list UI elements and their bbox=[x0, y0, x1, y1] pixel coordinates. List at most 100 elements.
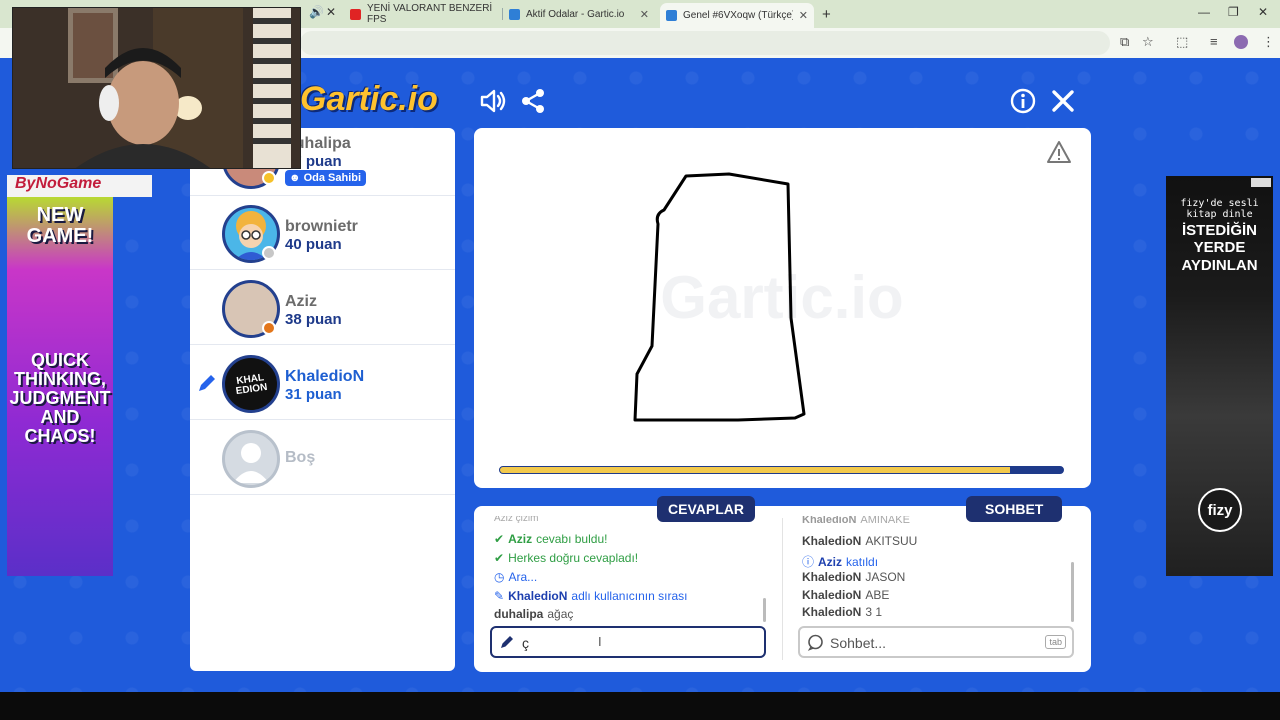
answers-chat-panel: Aziz çizim ✔ Aziz cevabı buldu! ✔ Herkes do… bbox=[474, 506, 1091, 672]
pencil-icon bbox=[199, 375, 215, 391]
gartic-icon bbox=[509, 8, 520, 20]
answer-message: ✎ KhaledioN adlı kullanıcının sırası bbox=[494, 589, 688, 603]
tab-title: Aktif Odalar - Gartic.io bbox=[526, 8, 625, 20]
chat-input[interactable] bbox=[830, 633, 1030, 653]
tab-answers[interactable]: CEVAPLAR bbox=[657, 496, 755, 522]
taskbar bbox=[0, 692, 1280, 720]
maximize-button[interactable]: ❐ bbox=[1228, 5, 1239, 19]
info-icon: ⓘ bbox=[802, 555, 815, 569]
canvas-watermark: Gartic.io bbox=[660, 264, 903, 331]
close-icon[interactable]: ✕ bbox=[640, 8, 649, 21]
round-timer-bar bbox=[499, 466, 1064, 474]
youtube-icon bbox=[350, 8, 361, 20]
ad-small-text: fizy'de sesli kitap dinle bbox=[1180, 198, 1259, 220]
players-panel: duhalipa 47 puan ☻ Oda Sahibi brownietr … bbox=[190, 128, 455, 671]
user-icon bbox=[233, 443, 269, 483]
player-name: KhaledioN bbox=[285, 368, 365, 385]
panel-divider bbox=[782, 518, 783, 660]
address-bar[interactable] bbox=[300, 31, 1110, 55]
badge-label: Oda Sahibi bbox=[303, 172, 362, 184]
install-icon[interactable]: ⧉ bbox=[1120, 34, 1129, 50]
avatar-logo: KHAL EDION bbox=[235, 372, 269, 398]
player-points: 40 puan bbox=[285, 236, 342, 253]
drawing-canvas[interactable]: Gartic.io bbox=[474, 128, 1091, 488]
avatar: KHAL EDION bbox=[222, 355, 280, 413]
browser-menu-icon[interactable]: ⋮ bbox=[1262, 34, 1275, 50]
avatar-placeholder bbox=[222, 430, 280, 488]
close-window-button[interactable]: ✕ bbox=[1258, 5, 1268, 19]
fizy-logo: fizy bbox=[1198, 488, 1242, 532]
chat-message: KhaledioN AKITSUU bbox=[802, 534, 918, 548]
empty-slot: Boş bbox=[190, 421, 455, 495]
ad-headline: NEW GAME! bbox=[26, 204, 94, 247]
chat-message: KhaledioN ABE bbox=[802, 588, 890, 602]
streamer-webcam-image bbox=[13, 8, 300, 168]
ad-choices-icon[interactable] bbox=[1251, 178, 1271, 187]
tab-audio-icon[interactable]: 🔊 bbox=[309, 5, 324, 19]
chat-message: ⓘ Aziz katıldı bbox=[802, 554, 879, 570]
sound-icon[interactable] bbox=[478, 86, 508, 116]
right-ad-banner[interactable]: fizy'de sesli kitap dinle İSTEDİĞİN YERD… bbox=[1166, 176, 1273, 576]
share-icon[interactable] bbox=[518, 86, 548, 116]
check-icon: ✔ bbox=[494, 532, 505, 546]
check-icon: ✔ bbox=[494, 551, 505, 565]
tab-title: Genel #6VXoqw (Türkçe) - Gartic bbox=[683, 10, 793, 21]
round-timer-fill bbox=[500, 467, 1011, 473]
report-warning-icon[interactable] bbox=[1046, 140, 1072, 164]
chat-scrollbar[interactable] bbox=[1071, 562, 1074, 622]
answers-partial-line: Aziz çizim bbox=[494, 516, 539, 524]
tab-chat[interactable]: SOHBET bbox=[966, 496, 1063, 522]
tab-active-rooms[interactable]: Aktif Odalar - Gartic.io ✕ bbox=[503, 3, 655, 25]
close-icon[interactable] bbox=[1048, 86, 1078, 116]
answer-message: ✔ Aziz cevabı buldu! bbox=[494, 532, 608, 546]
ad-tagline: QUICK THINKING, JUDGMENT AND CHAOS! bbox=[9, 350, 111, 446]
minimize-button[interactable]: — bbox=[1198, 5, 1210, 19]
drawing-surface: Gartic.io bbox=[633, 172, 904, 422]
player-points: 38 puan bbox=[285, 311, 342, 328]
ad-headline: İSTEDİĞİN YERDE AYDINLAN bbox=[1181, 222, 1258, 274]
close-icon[interactable]: ✕ bbox=[799, 9, 808, 22]
empty-slot-label: Boş bbox=[285, 449, 316, 466]
chat-bubble-icon bbox=[807, 634, 823, 651]
player-name: brownietr bbox=[285, 218, 358, 235]
info-icon[interactable] bbox=[1008, 86, 1038, 116]
tab-youtube[interactable]: YENİ VALORANT BENZERİ FPS bbox=[344, 3, 502, 25]
answer-message: duhalipa ağaç bbox=[494, 607, 574, 621]
player-points: 31 puan bbox=[285, 386, 342, 403]
answers-scrollbar[interactable] bbox=[763, 598, 766, 622]
status-dot bbox=[262, 321, 276, 335]
clock-icon: ◷ bbox=[494, 570, 505, 584]
room-owner-badge: ☻ Oda Sahibi bbox=[285, 170, 367, 186]
text-cursor-icon: I bbox=[598, 634, 602, 649]
tab-current-room[interactable]: Genel #6VXoqw (Türkçe) - Gartic ✕ bbox=[660, 3, 814, 28]
webcam-overlay bbox=[12, 7, 301, 169]
pencil-icon: ✎ bbox=[494, 589, 505, 603]
answer-message: ◷ Ara... bbox=[494, 570, 538, 584]
chat-partial-line: KhaledioN AMINAKE bbox=[802, 516, 910, 526]
chat-message: KhaledioN 3 1 bbox=[802, 605, 883, 619]
gartic-icon bbox=[666, 10, 677, 21]
status-dot bbox=[262, 246, 276, 260]
extensions-icon[interactable]: ⬚ bbox=[1176, 34, 1188, 50]
player-name: Aziz bbox=[285, 293, 317, 310]
left-ad-banner[interactable]: ByNoGame NEW GAME! QUICK THINKING, JUDGM… bbox=[7, 175, 152, 576]
new-tab-button[interactable]: + bbox=[822, 6, 831, 23]
chat-field[interactable]: tab bbox=[798, 626, 1074, 658]
answer-message: ✔ Herkes doğru cevapladı! bbox=[494, 551, 639, 565]
player-row[interactable]: Aziz 38 puan bbox=[190, 271, 455, 345]
bookmark-star-icon[interactable]: ☆ bbox=[1142, 34, 1154, 50]
tab-title: YENİ VALORANT BENZERİ FPS bbox=[367, 3, 493, 25]
gartic-logo[interactable]: Gartic.io bbox=[300, 80, 438, 119]
chat-message: KhaledioN JASON bbox=[802, 570, 906, 584]
tab-close-icon[interactable]: ✕ bbox=[326, 5, 336, 19]
answer-input[interactable] bbox=[522, 633, 722, 653]
status-dot bbox=[262, 171, 276, 185]
player-row-drawing[interactable]: KHAL EDION KhaledioN 31 puan bbox=[190, 346, 455, 420]
pencil-icon bbox=[501, 636, 513, 648]
answer-field[interactable]: I bbox=[490, 626, 766, 658]
profile-avatar[interactable] bbox=[1234, 35, 1248, 49]
ad-brand-logo: ByNoGame bbox=[7, 175, 152, 197]
reading-list-icon[interactable]: ≡ bbox=[1210, 34, 1218, 49]
player-row[interactable]: brownietr 40 puan bbox=[190, 196, 455, 270]
crown-icon: ☻ bbox=[289, 172, 301, 184]
